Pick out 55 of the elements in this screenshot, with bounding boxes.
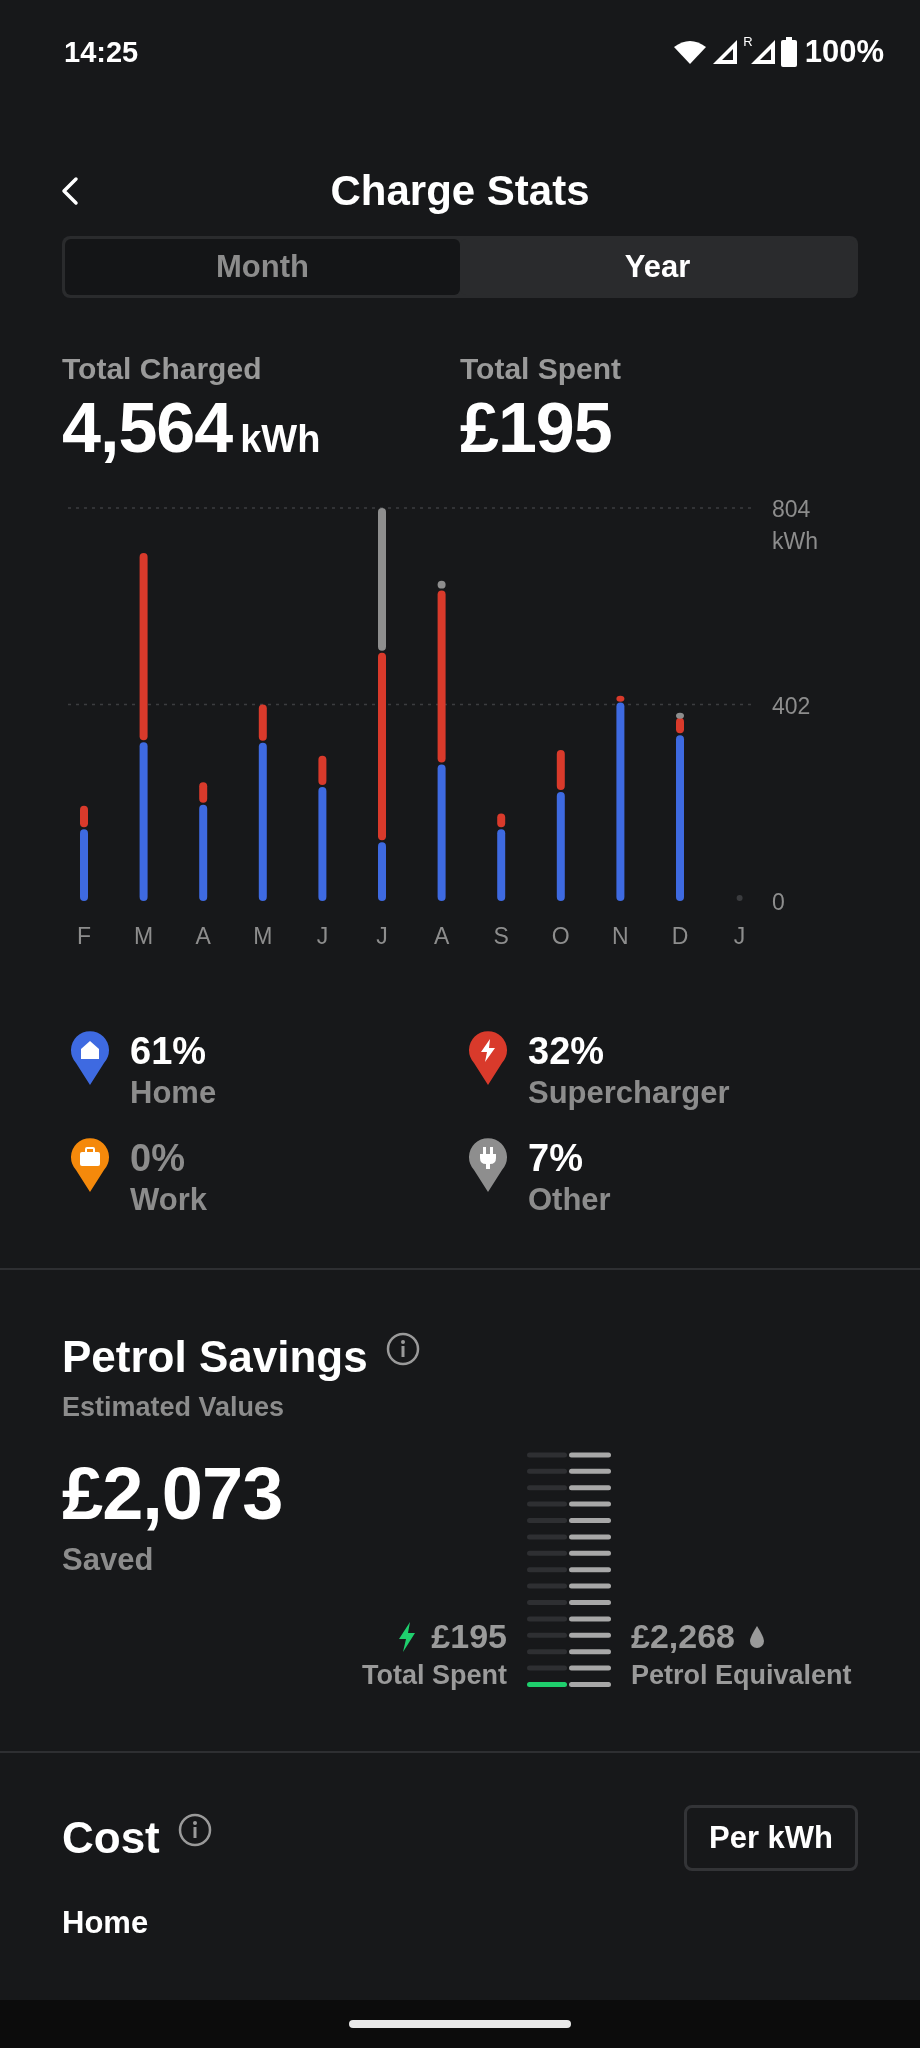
battery-icon: [780, 37, 797, 67]
info-icon[interactable]: [385, 1332, 420, 1366]
share-percent: 32%: [528, 1030, 606, 1073]
total-value: 4,564: [62, 388, 233, 468]
roaming-indicator: R: [743, 34, 753, 49]
share-label: Supercharger: [528, 1075, 730, 1111]
axis-label: 402: [772, 692, 811, 719]
month-label: M: [134, 923, 154, 949]
info-icon[interactable]: [177, 1813, 212, 1847]
spent-label: Total Spent: [362, 1660, 507, 1691]
cost-row-label: Home: [62, 1905, 150, 1941]
bolt-icon: [397, 1620, 418, 1653]
share-percent: 7%: [528, 1137, 584, 1180]
period-tab[interactable]: Month: [65, 239, 460, 295]
month-label: O: [551, 923, 570, 949]
share-label: Home: [130, 1075, 217, 1111]
unit-button[interactable]: Per kWh: [683, 1805, 858, 1871]
month-label: M: [253, 923, 273, 949]
total-label: Total Spent: [460, 352, 623, 386]
signal-icon: [711, 38, 740, 66]
month-label: A: [433, 923, 450, 949]
empty-bar-dot: [736, 895, 743, 901]
saved-label: Saved: [62, 1542, 155, 1578]
droplet-icon: [749, 1624, 765, 1649]
month-label: J: [376, 923, 388, 949]
petrol-amount: £2,268: [631, 1617, 735, 1656]
month-label: J: [733, 923, 746, 949]
axis-label: 804: [772, 496, 811, 522]
share-percent: 0%: [130, 1137, 186, 1180]
share-label: Other: [528, 1182, 611, 1218]
total-label: Total Charged: [62, 352, 263, 386]
battery-percent: 100%: [804, 34, 884, 70]
total-value: £195: [460, 388, 612, 468]
month-label: D: [671, 923, 689, 949]
month-label: J: [316, 923, 329, 949]
spent-amount: £195: [431, 1617, 507, 1656]
share-percent: 61%: [130, 1030, 208, 1073]
wifi-icon: [673, 39, 708, 65]
section-title: Petrol Savings: [62, 1332, 368, 1382]
total-unit: kWh: [240, 418, 321, 461]
axis-unit: kWh: [772, 528, 818, 554]
page-title: Charge Stats: [330, 167, 590, 215]
month-label: F: [76, 923, 92, 949]
month-label: A: [195, 923, 211, 949]
section-title: Cost: [62, 1813, 160, 1863]
petrol-label: Petrol Equivalent: [631, 1660, 852, 1691]
axis-label: 0: [772, 889, 785, 915]
status-time: 14:25: [64, 35, 139, 69]
chart-bar: [556, 749, 565, 790]
share-label: Work: [130, 1182, 207, 1218]
back-icon[interactable]: [60, 176, 80, 206]
section-subtitle: Estimated Values: [62, 1392, 286, 1423]
month-label: N: [612, 923, 629, 949]
month-label: S: [493, 923, 509, 949]
saved-amount: £2,073: [62, 1451, 283, 1536]
